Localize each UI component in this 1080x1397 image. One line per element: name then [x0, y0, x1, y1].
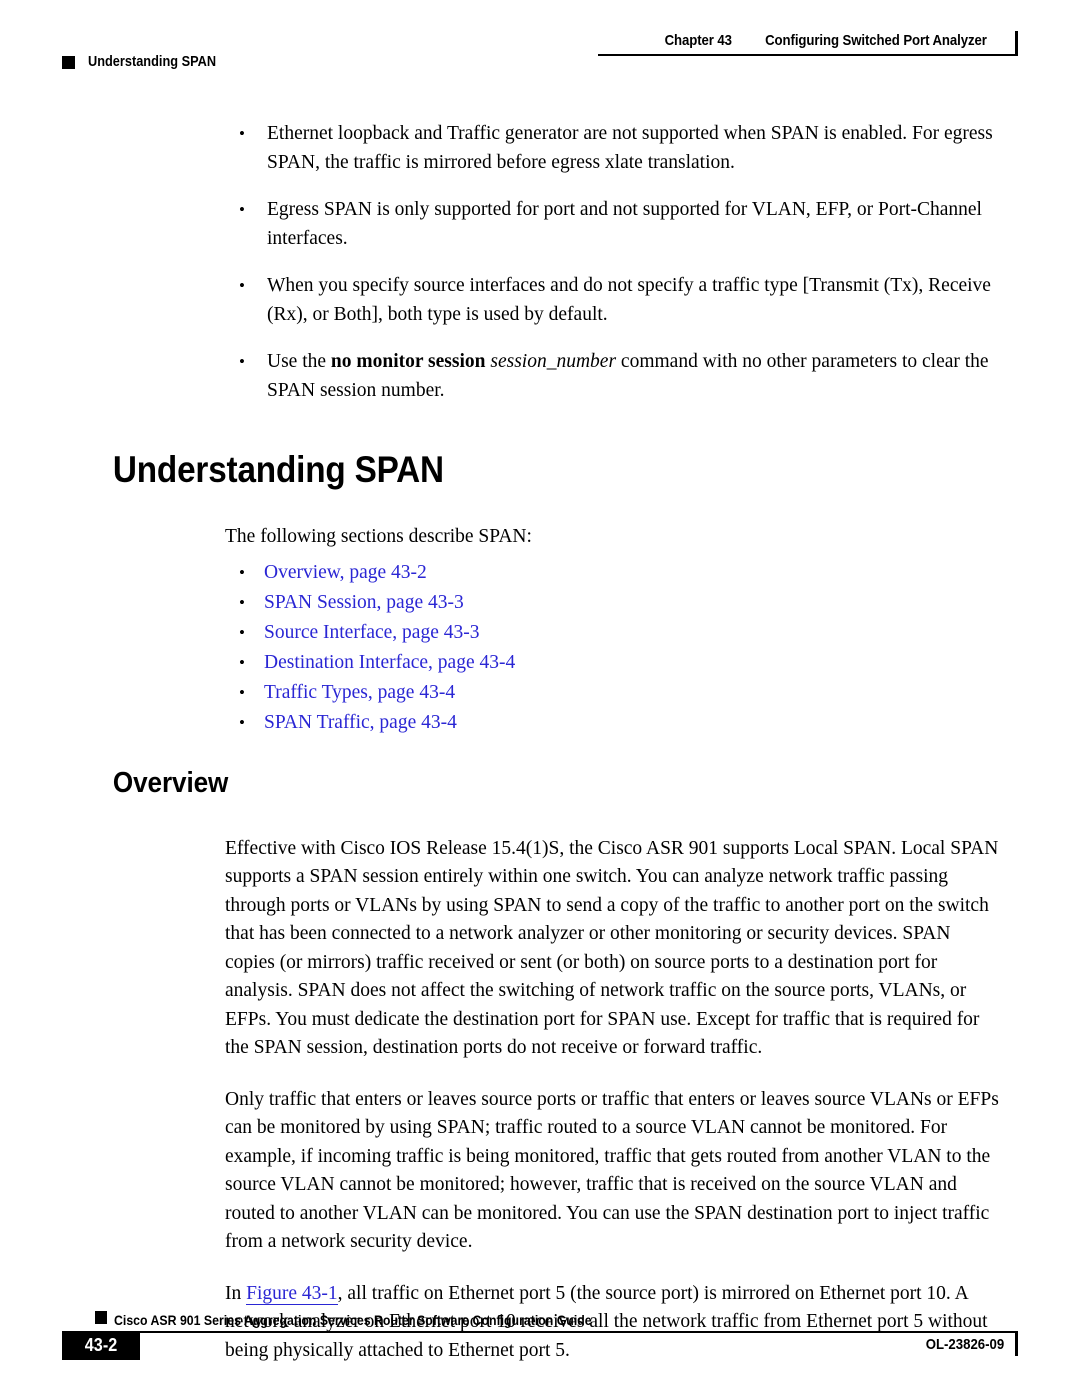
section-link[interactable]: Overview, page 43-2 — [264, 562, 427, 583]
section-link-item: Traffic Types, page 43-4 — [237, 682, 1080, 704]
header-chapter-title: Configuring Switched Port Analyzer — [765, 32, 987, 49]
page-footer: Cisco ASR 901 Series Aggregation Service… — [0, 1300, 1080, 1397]
footer-doc-id: OL-23826-09 — [925, 1336, 1004, 1353]
heading-understanding-span: Understanding SPAN — [112, 449, 444, 490]
section-link[interactable]: Traffic Types, page 43-4 — [264, 682, 455, 703]
footer-square-icon — [95, 1311, 107, 1324]
intro-bullet-list: Ethernet loopback and Traffic generator … — [0, 120, 1080, 405]
section-link-item: SPAN Session, page 43-3 — [237, 592, 1080, 614]
overview-paragraph-2: Only traffic that enters or leaves sourc… — [225, 1088, 999, 1253]
page-number: 43-2 — [84, 1335, 118, 1355]
bullet-text: When you specify source interfaces and d… — [267, 275, 991, 325]
intro-bullet-item: Use the no monitor session session_numbe… — [237, 348, 1022, 405]
bold-command-text: no monitor session — [330, 351, 486, 372]
bullet-text: Ethernet loopback and Traffic generator … — [267, 123, 993, 173]
bullet-text: Use the — [267, 351, 331, 372]
italic-variable-text: session_number — [490, 351, 617, 372]
page-header: Chapter 43 Configuring Switched Port Ana… — [0, 0, 1080, 90]
section-link[interactable]: SPAN Session, page 43-3 — [264, 592, 464, 613]
bullet-text: Egress SPAN is only supported for port a… — [267, 199, 982, 249]
section-link[interactable]: SPAN Traffic, page 43-4 — [264, 712, 457, 733]
section-link-item: Source Interface, page 43-3 — [237, 622, 1080, 644]
intro-bullet-item: Ethernet loopback and Traffic generator … — [237, 120, 1022, 177]
section-link[interactable]: Destination Interface, page 43-4 — [264, 652, 515, 673]
header-chapter-info: Chapter 43 Configuring Switched Port Ana… — [660, 32, 1018, 49]
page-number-box: 43-2 — [62, 1331, 140, 1360]
footer-right-tick — [1015, 1331, 1018, 1356]
header-right-tick — [1015, 31, 1018, 56]
square-bullet-icon — [62, 55, 75, 69]
running-head-left: Understanding SPAN — [62, 54, 234, 70]
footer-book-title: Cisco ASR 901 Series Aggregation Service… — [114, 1312, 592, 1328]
section-link-item: SPAN Traffic, page 43-4 — [237, 712, 1080, 734]
lead-in-text: The following sections describe SPAN: — [225, 526, 532, 547]
section-link-item: Destination Interface, page 43-4 — [237, 652, 1080, 674]
footer-rule — [100, 1331, 1018, 1333]
section-link-list: Overview, page 43-2 SPAN Session, page 43… — [0, 562, 1080, 734]
overview-paragraph-1: Effective with Cisco IOS Release 15.4(1)… — [225, 837, 999, 1059]
header-rule — [598, 54, 1018, 56]
page-content: Ethernet loopback and Traffic generator … — [0, 120, 1080, 1365]
intro-bullet-item: Egress SPAN is only supported for port a… — [237, 196, 1022, 253]
heading-overview: Overview — [112, 766, 229, 799]
running-head-label: Understanding SPAN — [88, 54, 217, 70]
header-chapter-number: Chapter 43 — [664, 32, 732, 49]
section-link-item: Overview, page 43-2 — [237, 562, 1080, 584]
section-link[interactable]: Source Interface, page 43-3 — [264, 622, 479, 643]
intro-bullet-item: When you specify source interfaces and d… — [237, 272, 1022, 329]
